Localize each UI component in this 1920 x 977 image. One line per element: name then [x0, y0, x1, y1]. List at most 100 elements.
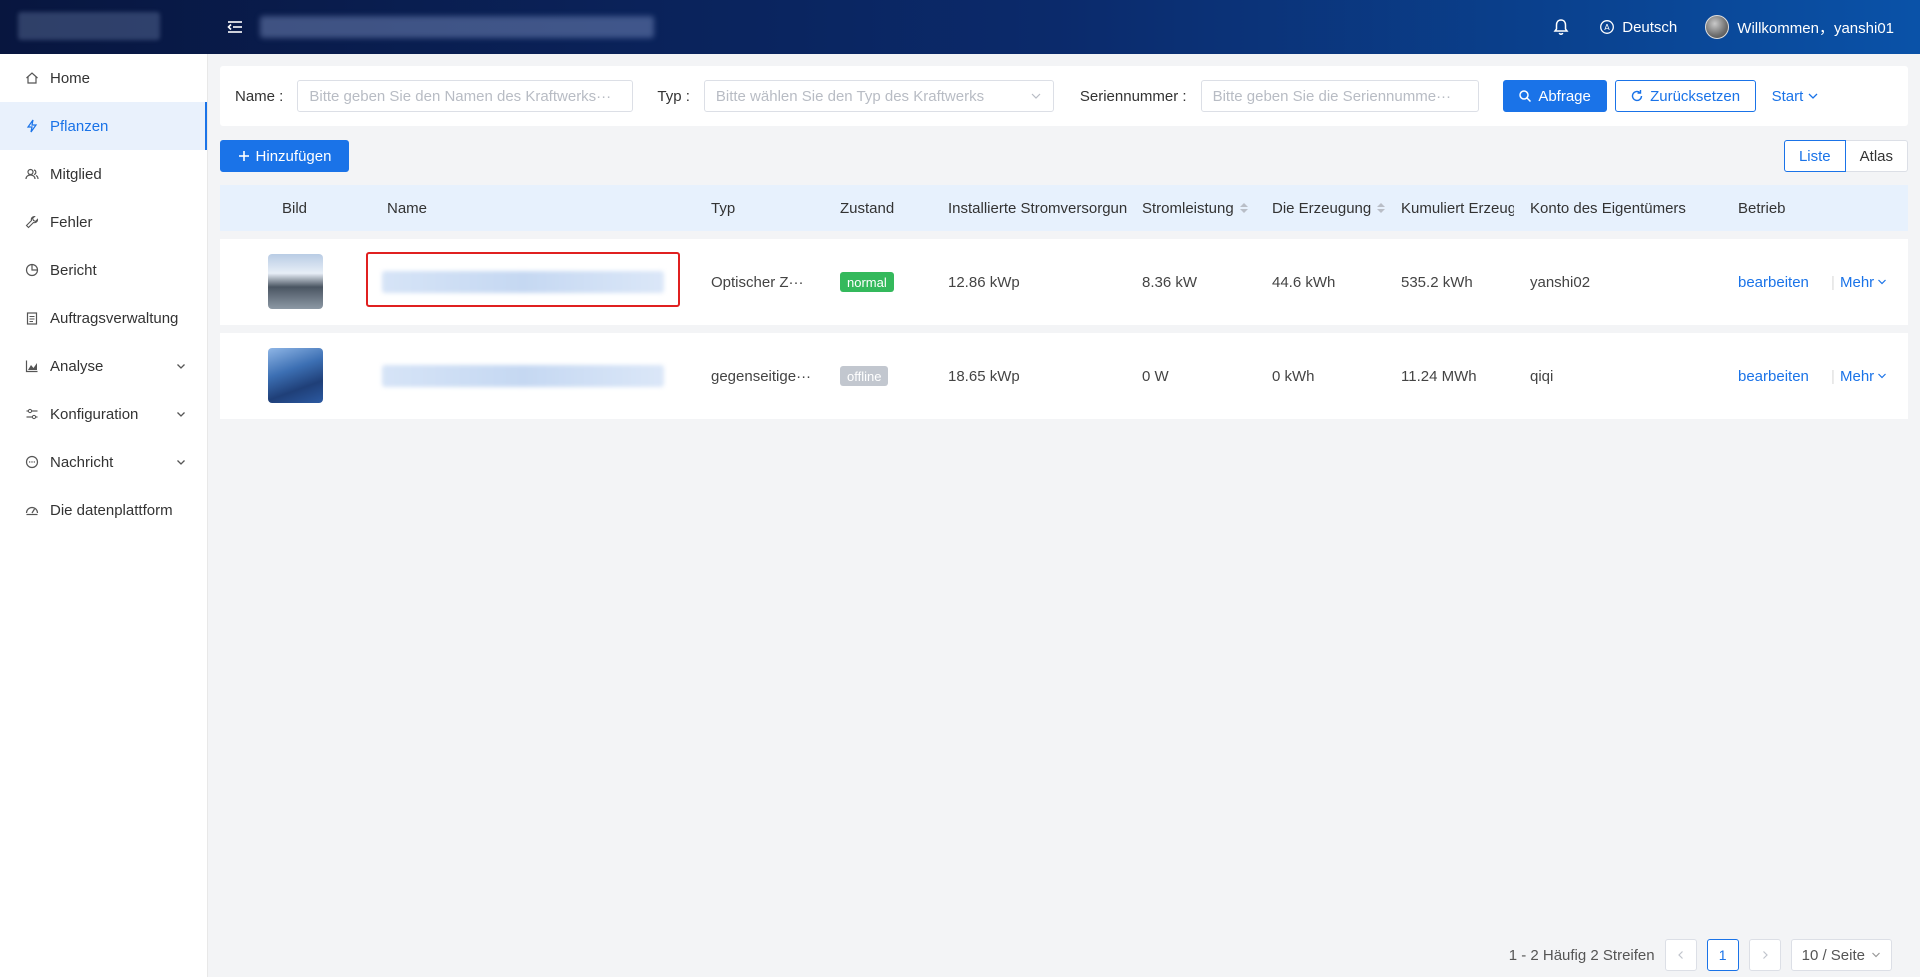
serial-input-placeholder: Bitte geben Sie die Seriennumme··· [1212, 87, 1452, 105]
sidebar-item-datenplattform[interactable]: Die datenplattform [0, 486, 207, 534]
sort-icon[interactable] [1377, 203, 1386, 213]
sliders-icon [24, 406, 40, 422]
owner-account: qiqi [1530, 367, 1554, 385]
sidebar-item-pflanzen[interactable]: Pflanzen [0, 102, 207, 150]
column-header-installed: Installierte Stromversorgun [948, 199, 1128, 217]
plant-image[interactable] [268, 348, 323, 403]
more-dropdown[interactable]: Mehr [1840, 274, 1887, 291]
current-power: 8.36 kW [1142, 273, 1198, 291]
table-row[interactable]: Optischer Z··· normal 12.86 kWp 8.36 kW … [220, 239, 1908, 325]
more-dropdown[interactable]: Mehr [1840, 368, 1887, 385]
menu-toggle-icon[interactable] [224, 16, 246, 38]
translate-icon: A [1600, 20, 1615, 34]
table-header: Bild Name Typ Zustand Installierte Strom… [220, 185, 1908, 231]
column-header-betrieb: Betrieb [1738, 199, 1786, 217]
page-number-button[interactable]: 1 [1706, 939, 1739, 971]
cumulative-generation: 11.24 MWh [1401, 367, 1477, 385]
pagination-summary: 1 - 2 Häufig 2 Streifen [1508, 946, 1655, 964]
current-power: 0 W [1142, 367, 1169, 385]
expand-filter-link[interactable]: Start [1772, 88, 1820, 105]
installed-capacity: 12.86 kWp [948, 273, 1020, 291]
filter-bar: Name : Bitte geben Sie den Namen des Kra… [220, 66, 1908, 126]
bolt-icon [24, 118, 40, 134]
top-bar: A Deutsch Willkommen，yanshi01 [0, 0, 1920, 54]
divider: | [1831, 273, 1835, 291]
daily-generation: 0 kWh [1272, 367, 1315, 385]
reset-button-label: Zurücksetzen [1650, 87, 1741, 105]
plant-name[interactable] [382, 365, 664, 387]
edit-link[interactable]: bearbeiten [1738, 368, 1809, 385]
table-row[interactable]: gegenseitige··· offline 18.65 kWp 0 W 0 … [220, 333, 1908, 419]
sidebar-item-label: Pflanzen [50, 117, 109, 135]
divider: | [1831, 367, 1835, 385]
reset-button[interactable]: Zurücksetzen [1614, 80, 1756, 112]
owner-account: yanshi02 [1530, 273, 1591, 291]
svg-text:A: A [1605, 23, 1611, 32]
add-plant-button[interactable]: Hinzufügen [220, 140, 349, 172]
sidebar-item-analyse[interactable]: Analyse [0, 342, 207, 390]
sidebar-item-home[interactable]: Home [0, 54, 207, 102]
chevron-down-icon [1808, 93, 1818, 99]
type-select[interactable]: Bitte wählen Sie den Typ des Kraftwerks [703, 80, 1054, 112]
type-filter-label: Typ : [657, 87, 690, 105]
sidebar-item-label: Fehler [50, 213, 93, 231]
app-logo [18, 12, 160, 40]
page-size-select[interactable]: 10 / Seite [1790, 939, 1892, 971]
column-header-bild: Bild [282, 199, 308, 217]
sort-icon[interactable] [1239, 203, 1248, 213]
sidebar-item-label: Nachricht [50, 453, 114, 471]
area-chart-icon [24, 358, 40, 374]
column-header-erzeugung[interactable]: Die Erzeugung [1272, 200, 1386, 217]
serial-input[interactable]: Bitte geben Sie die Seriennumme··· [1200, 80, 1479, 112]
chevron-right-icon [1762, 951, 1768, 959]
sidebar-item-label: Analyse [50, 357, 104, 375]
plus-icon [238, 151, 249, 161]
sidebar-item-nachricht[interactable]: Nachricht [0, 438, 207, 486]
sidebar-item-auftragsverwaltung[interactable]: Auftragsverwaltung [0, 294, 207, 342]
name-filter-label: Name : [235, 87, 284, 105]
installed-capacity: 18.65 kWp [948, 367, 1020, 385]
sidebar-item-label: Home [50, 69, 91, 87]
bell-icon[interactable] [1551, 17, 1571, 37]
name-input[interactable]: Bitte geben Sie den Namen des Kraftwerks… [297, 80, 634, 112]
avatar [1705, 15, 1730, 39]
chevron-left-icon [1677, 951, 1683, 959]
status-badge: offline [840, 366, 889, 386]
sidebar-item-label: Auftragsverwaltung [50, 309, 179, 327]
daily-generation: 44.6 kWh [1272, 273, 1336, 291]
column-header-label: Stromleistung [1142, 199, 1234, 217]
plant-image[interactable] [268, 254, 323, 309]
edit-link[interactable]: bearbeiten [1738, 274, 1809, 291]
chevron-down-icon [1878, 279, 1887, 285]
more-label: Mehr [1840, 273, 1875, 291]
sidebar-item-konfiguration[interactable]: Konfiguration [0, 390, 207, 438]
search-button[interactable]: Abfrage [1502, 80, 1607, 112]
prev-page-button[interactable] [1664, 939, 1697, 971]
add-button-label: Hinzufügen [255, 147, 332, 165]
type-select-placeholder: Bitte wählen Sie den Typ des Kraftwerks [715, 87, 985, 105]
sidebar-item-mitglied[interactable]: Mitglied [0, 150, 207, 198]
plants-table: Bild Name Typ Zustand Installierte Strom… [220, 185, 1908, 419]
user-menu[interactable]: Willkommen，yanshi01 [1705, 15, 1894, 39]
sidebar-item-fehler[interactable]: Fehler [0, 198, 207, 246]
message-icon [24, 454, 40, 470]
column-header-name: Name [387, 199, 428, 217]
next-page-button[interactable] [1748, 939, 1781, 971]
sidebar-item-label: Die datenplattform [50, 501, 173, 519]
pagination: 1 - 2 Häufig 2 Streifen 1 10 / Seite [1509, 939, 1892, 971]
welcome-text: Willkommen，yanshi01 [1737, 19, 1894, 37]
view-atlas-button[interactable]: Atlas [1845, 140, 1908, 172]
column-header-typ: Typ [711, 199, 736, 217]
dashboard-icon [24, 502, 40, 518]
view-list-button[interactable]: Liste [1783, 140, 1846, 172]
home-icon [24, 70, 40, 86]
search-icon [1519, 90, 1532, 103]
view-toggle: Liste Atlas [1783, 140, 1908, 172]
chevron-down-icon [1872, 952, 1880, 958]
column-header-stromleistung[interactable]: Stromleistung [1142, 200, 1248, 217]
sidebar-item-label: Konfiguration [50, 405, 139, 423]
status-badge: normal [840, 272, 894, 292]
column-header-kumuliert: Kumuliert Erzeug [1401, 199, 1514, 217]
sidebar-item-bericht[interactable]: Bericht [0, 246, 207, 294]
language-selector[interactable]: A Deutsch [1599, 19, 1677, 36]
